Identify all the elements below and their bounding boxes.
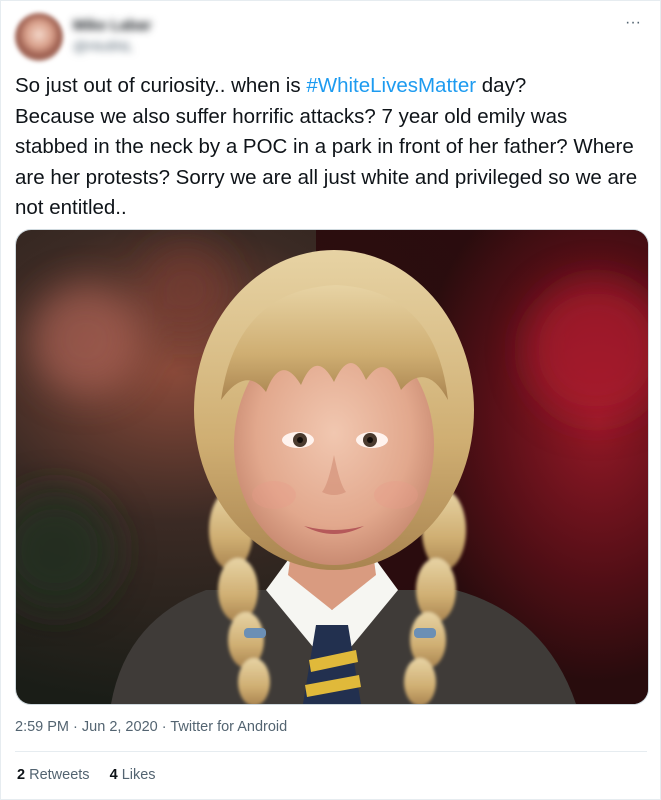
tweet-source[interactable]: Twitter for Android <box>170 719 287 735</box>
meta-separator: · <box>161 719 167 735</box>
author-handle[interactable]: @Hiv8NL <box>73 38 133 54</box>
retweets-stat[interactable]: 2 Retweets <box>17 767 90 783</box>
meta-separator: · <box>73 719 78 735</box>
avatar[interactable] <box>15 13 63 61</box>
tweet-stats: 2 Retweets 4 Likes <box>17 767 172 783</box>
likes-stat[interactable]: 4 Likes <box>110 767 156 783</box>
author-name[interactable]: Mike Labar <box>73 17 151 34</box>
photo-girl-portrait <box>16 230 648 704</box>
tweet-text: So just out of curiosity.. when is #Whit… <box>15 71 645 224</box>
divider <box>15 751 647 752</box>
likes-count: 4 <box>109 767 118 783</box>
likes-label: Likes <box>121 767 156 783</box>
retweets-count: 2 <box>17 767 26 783</box>
tweet-text-before: So just out of curiosity.. when is <box>15 74 307 97</box>
tweet-card: Mike Labar @Hiv8NL ··· So just out of cu… <box>0 0 661 800</box>
tweet-meta: 2:59 PM · Jun 2, 2020 · Twitter for Andr… <box>15 719 287 735</box>
tweet-date[interactable]: Jun 2, 2020 <box>82 719 158 735</box>
retweets-label: Retweets <box>29 767 90 783</box>
hashtag-link[interactable]: #WhiteLivesMatter <box>306 74 476 97</box>
more-options-icon[interactable]: ··· <box>622 15 644 31</box>
tweet-photo[interactable] <box>15 229 649 705</box>
tweet-time[interactable]: 2:59 PM <box>15 719 69 735</box>
